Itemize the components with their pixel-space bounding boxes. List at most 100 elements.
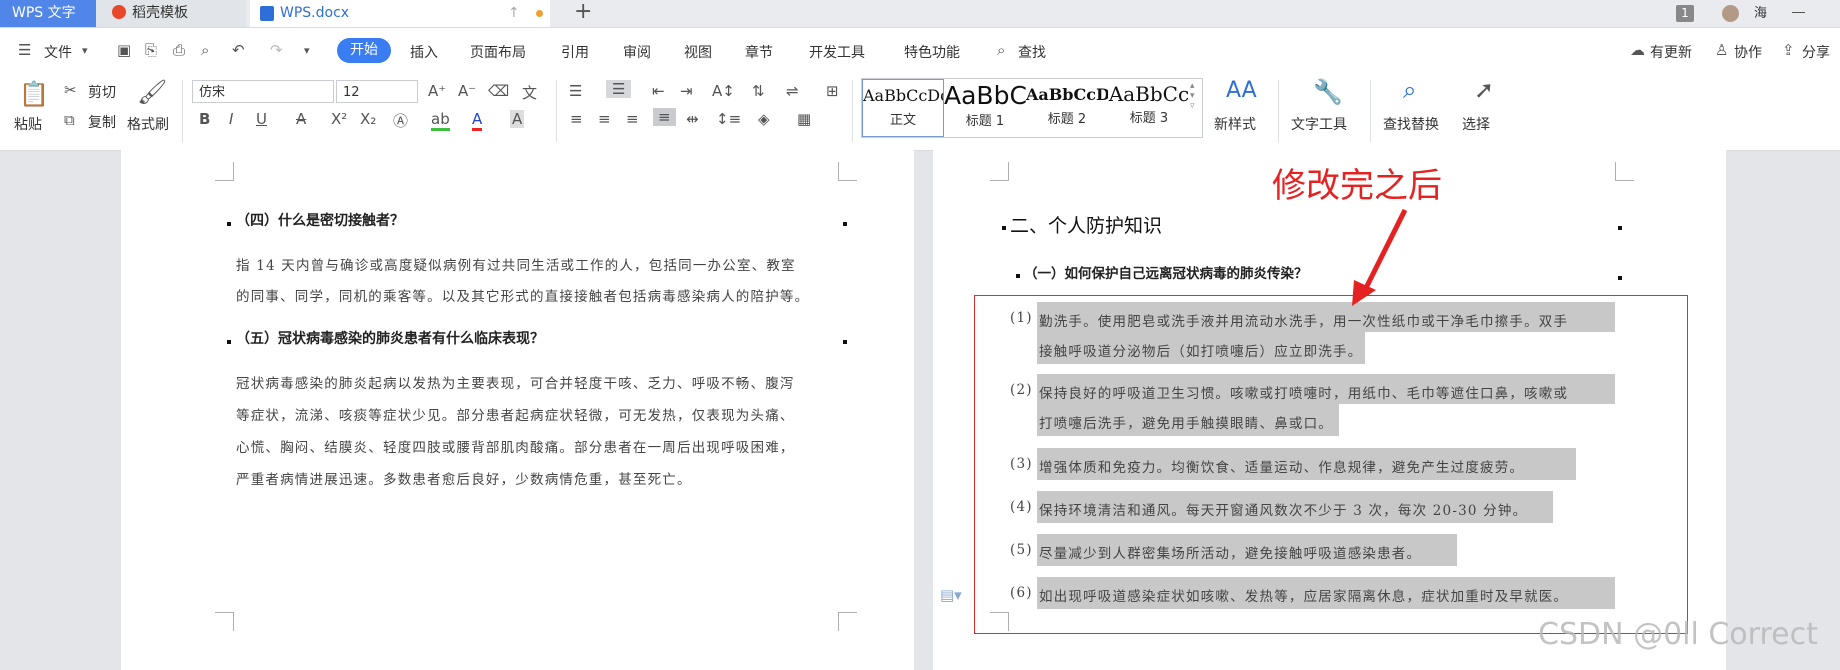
paste-button[interactable]: 粘贴 — [14, 114, 42, 134]
ribbon-divider — [556, 80, 557, 142]
text-effect-icon[interactable]: Ⓐ — [393, 110, 408, 131]
tab-home[interactable]: 开始 — [337, 38, 391, 63]
share-icon[interactable]: ⇪ — [1782, 41, 1795, 59]
bold-icon[interactable]: B — [199, 110, 210, 128]
style-heading-2[interactable]: AaBbCcDd 标题 2 — [1026, 79, 1108, 137]
table-convert-icon[interactable]: ⊞ — [826, 82, 839, 100]
tab-view[interactable]: 视图 — [684, 42, 712, 62]
minimize-icon[interactable] — [1792, 12, 1805, 13]
wrench-icon[interactable]: 🔧 — [1313, 78, 1343, 106]
style-normal[interactable]: AaBbCcDd 正文 — [862, 79, 944, 137]
search-label[interactable]: 查找 — [1018, 42, 1046, 62]
corner-mark — [838, 162, 857, 181]
decrease-indent-icon[interactable]: ⇤ — [652, 82, 665, 100]
paragraph-options-icon[interactable]: ▤▾ — [940, 586, 962, 604]
update-label[interactable]: 有更新 — [1650, 42, 1692, 62]
font-size-select[interactable]: 12 — [336, 80, 418, 103]
font-color-icon[interactable]: A — [472, 110, 483, 131]
chevron-down-icon[interactable]: ▾ — [82, 44, 88, 57]
clear-format-icon[interactable]: ⌫ — [488, 82, 509, 100]
strikethrough-icon[interactable]: A — [296, 110, 306, 128]
scissors-icon[interactable]: ✂ — [64, 81, 77, 99]
find-replace-button[interactable]: 查找替换 — [1383, 114, 1439, 134]
cloud-update-icon[interactable]: ☁ — [1630, 41, 1645, 59]
tab-page-layout[interactable]: 页面布局 — [470, 42, 526, 62]
undo-icon[interactable]: ↶ — [232, 41, 245, 59]
avatar[interactable] — [1722, 5, 1739, 22]
redo-icon[interactable]: ↷ — [270, 41, 283, 59]
file-menu[interactable]: 文件 — [44, 42, 72, 62]
print-icon[interactable]: ⎙ — [173, 41, 185, 59]
font-name-select[interactable]: 仿宋 — [192, 80, 334, 103]
align-right-icon[interactable]: ≡ — [626, 110, 639, 128]
shrink-font-icon[interactable]: A⁻ — [458, 82, 476, 100]
cursor-select-icon[interactable]: ➚ — [1474, 76, 1494, 104]
style-heading-1-preview: AaBbC — [944, 81, 1026, 110]
style-heading-1[interactable]: AaBbC 标题 1 — [944, 79, 1026, 137]
line-spacing-icon[interactable]: ↕≡ — [716, 110, 741, 128]
preview-icon[interactable]: ⌕ — [201, 41, 209, 59]
watermark: CSDN @0ll Correct — [1538, 617, 1818, 652]
upload-icon[interactable]: ↑ — [508, 0, 520, 27]
doc-file-icon — [260, 6, 274, 21]
format-painter-icon[interactable]: 🖌 — [137, 78, 167, 106]
copy-button[interactable]: 复制 — [88, 112, 116, 132]
export-icon[interactable]: ⎘ — [145, 41, 157, 59]
underline-icon[interactable]: U — [256, 110, 267, 128]
paste-icon[interactable]: 📋 — [19, 80, 49, 108]
quick-access-more-icon[interactable]: ▾ — [304, 44, 310, 57]
tab-special[interactable]: 特色功能 — [904, 42, 960, 62]
subscript-icon[interactable]: X₂ — [360, 110, 376, 128]
collaborate-icon[interactable]: ♙ — [1715, 41, 1728, 59]
line-break-icon[interactable]: ⇌ — [786, 82, 799, 100]
save-icon[interactable]: ▣ — [117, 41, 131, 59]
italic-icon[interactable]: I — [229, 110, 233, 128]
cut-button[interactable]: 剪切 — [88, 82, 116, 102]
shading-icon[interactable]: ◈ — [758, 110, 770, 128]
align-left-icon[interactable]: ≡ — [570, 110, 583, 128]
para-line: 等症状，流涕、咳痰等症状少见。部分患者起病症状轻微，可无发热，仅表现为头痛、 — [236, 408, 795, 424]
tab-developer[interactable]: 开发工具 — [809, 42, 865, 62]
superscript-icon[interactable]: X² — [331, 110, 347, 128]
hamburger-icon[interactable]: ☰ — [18, 41, 31, 59]
tab-document[interactable]: WPS.docx ↑ — [250, 0, 550, 27]
bullet-list-icon[interactable]: ☰ — [569, 82, 582, 100]
window-count-badge[interactable]: 1 — [1676, 5, 1694, 22]
tab-review[interactable]: 审阅 — [623, 42, 651, 62]
document-page-left[interactable]: （四）什么是密切接触者？ 指 14 天内曾与确诊或高度疑似病例有过共同生活或工作… — [121, 150, 914, 670]
para-line: 指 14 天内曾与确诊或高度疑似病例有过共同生活或工作的人，包括同一办公室、教室 — [236, 258, 796, 274]
collaborate-label[interactable]: 协作 — [1734, 42, 1762, 62]
distributed-icon[interactable]: ⇹ — [686, 110, 699, 128]
ribbon-divider — [852, 80, 853, 142]
new-style-button[interactable]: 新样式 — [1214, 114, 1256, 134]
justify-icon[interactable]: ≡ — [653, 108, 676, 126]
increase-indent-icon[interactable]: ⇥ — [680, 82, 693, 100]
tab-chapter[interactable]: 章节 — [745, 42, 773, 62]
char-shading-icon[interactable]: A — [510, 110, 525, 128]
tab-insert[interactable]: 插入 — [410, 42, 438, 62]
format-painter-button[interactable]: 格式刷 — [127, 114, 169, 134]
tab-template[interactable]: 稻壳模板 — [96, 0, 246, 27]
text-direction-icon[interactable]: A↕ — [712, 82, 735, 100]
tab-references[interactable]: 引用 — [561, 42, 589, 62]
user-name[interactable]: 海 — [1754, 0, 1767, 27]
gallery-scroll-icon[interactable]: ▴ ▾ ▿ — [1190, 81, 1195, 111]
numbered-list-icon[interactable]: ☰ — [606, 80, 632, 98]
borders-icon[interactable]: ▦ — [797, 110, 811, 128]
align-center-icon[interactable]: ≡ — [598, 110, 611, 128]
new-style-icon[interactable]: AA — [1226, 78, 1257, 103]
select-button[interactable]: 选择 — [1462, 114, 1490, 134]
search-icon[interactable]: ⌕ — [997, 41, 1005, 59]
new-tab-button[interactable]: + — [574, 0, 592, 24]
style-heading-1-label: 标题 1 — [965, 114, 1005, 129]
style-heading-3[interactable]: AaBbCc 标题 3 — [1108, 79, 1190, 137]
find-replace-icon[interactable]: ⌕ — [1403, 76, 1416, 104]
copy-icon[interactable]: ⧉ — [64, 111, 75, 129]
share-label[interactable]: 分享 — [1802, 42, 1830, 62]
tab-wps-writer[interactable]: WPS 文字 — [0, 0, 96, 27]
grow-font-icon[interactable]: A⁺ — [428, 82, 446, 100]
highlight-icon[interactable]: ab — [431, 110, 450, 131]
sort-icon[interactable]: ⇅ — [752, 82, 765, 100]
phonetic-icon[interactable]: 文 — [522, 82, 537, 103]
text-tools-button[interactable]: 文字工具 — [1291, 114, 1347, 134]
